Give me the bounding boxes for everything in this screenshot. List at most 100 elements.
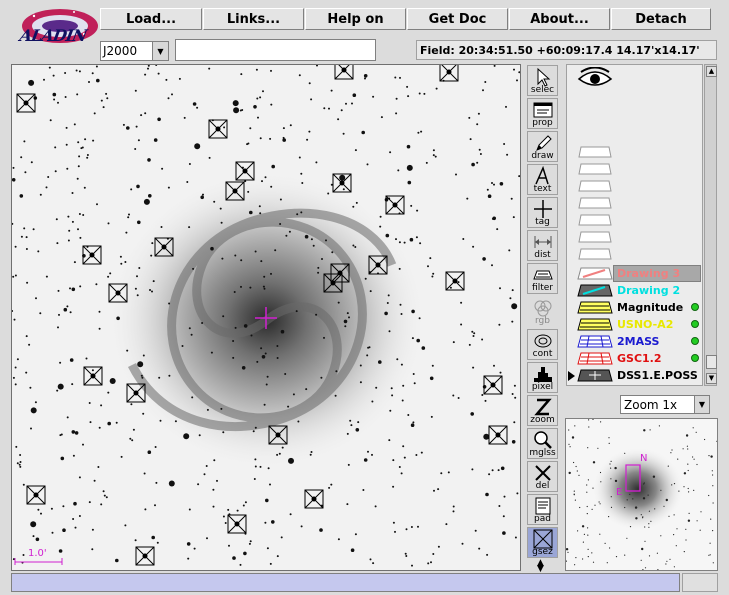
star <box>516 79 518 82</box>
thumb-star <box>695 431 697 433</box>
dist-tool[interactable]: dist <box>527 230 558 261</box>
getdoc-button[interactable]: Get Doc <box>407 8 508 30</box>
star <box>289 513 292 516</box>
help-button[interactable]: Help on <box>305 8 406 30</box>
select-tool[interactable]: selec <box>527 65 558 96</box>
star <box>398 267 401 270</box>
thumb-star <box>657 569 659 570</box>
star <box>471 330 474 333</box>
thumb-star <box>673 514 675 516</box>
plane-gsc[interactable]: GSC1.2 <box>567 350 702 367</box>
plane-dss[interactable]: DSS1.E.POSS <box>567 367 702 384</box>
draw-tool[interactable]: draw <box>527 131 558 162</box>
frame-select[interactable]: J2000 ▼ <box>100 41 169 61</box>
pixel-tool[interactable]: pixel <box>527 362 558 393</box>
star <box>399 76 401 79</box>
star <box>259 137 262 140</box>
filter-tool[interactable]: filter <box>527 263 558 294</box>
plane-label: 2MASS <box>617 335 660 348</box>
links-button[interactable]: Links... <box>203 8 304 30</box>
load-button[interactable]: Load... <box>100 8 202 30</box>
tool-label: filter <box>532 283 553 293</box>
tag-tool[interactable]: tag <box>527 197 558 228</box>
star <box>212 488 215 491</box>
thumb-star <box>610 506 613 508</box>
plane-magnitude[interactable]: Magnitude <box>567 299 702 316</box>
star <box>280 329 285 334</box>
star <box>151 242 154 245</box>
star <box>513 68 515 71</box>
plane-drawing3[interactable]: Drawing 3 <box>567 265 702 282</box>
thumb-star <box>642 517 644 519</box>
star <box>398 241 401 244</box>
thumb-star <box>642 497 646 500</box>
thumbnail-image[interactable]: N E <box>566 419 717 570</box>
star <box>15 445 18 448</box>
plane-stack-scrollbar[interactable]: ▲ ▼ <box>704 64 717 386</box>
star <box>511 303 518 310</box>
about-button[interactable]: About... <box>509 8 610 30</box>
thumb-star <box>666 560 668 562</box>
cont-tool[interactable]: cont <box>527 329 558 360</box>
star <box>312 244 315 247</box>
text-tool[interactable]: text <box>527 164 558 195</box>
star <box>264 521 267 524</box>
star <box>16 358 19 361</box>
gsez-tool[interactable]: gsez <box>527 527 558 558</box>
star <box>457 397 460 399</box>
prop-tool[interactable]: prop <box>527 98 558 129</box>
star <box>452 510 455 513</box>
mglss-tool[interactable]: mglss <box>527 428 558 459</box>
star <box>190 333 193 336</box>
plane-drawing2[interactable]: Drawing 2 <box>567 282 702 299</box>
star <box>241 109 244 111</box>
scroll-up-icon[interactable]: ▲ <box>706 66 717 77</box>
star <box>416 338 421 343</box>
star <box>493 65 496 67</box>
scroll-thumb[interactable] <box>706 355 717 369</box>
chevron-down-icon[interactable]: ▼ <box>694 396 709 413</box>
thumb-star <box>586 484 588 486</box>
thumbnail-view[interactable]: N E <box>565 418 718 571</box>
thumb-star <box>673 483 676 485</box>
star <box>343 319 348 324</box>
star <box>134 539 137 542</box>
star <box>37 250 40 253</box>
eye-icon[interactable] <box>577 67 613 89</box>
star <box>330 483 333 486</box>
plane-stack[interactable]: Drawing 3 Drawing 2 Magnitude USNO-A2 2M… <box>566 64 703 386</box>
star <box>260 347 263 350</box>
zoom-select[interactable]: Zoom 1x ▼ <box>620 395 710 414</box>
star <box>416 209 419 212</box>
del-tool[interactable]: del <box>527 461 558 492</box>
rgb-tool[interactable]: rgb <box>527 296 558 327</box>
thumb-star <box>600 421 602 423</box>
star <box>413 382 416 385</box>
plane-2mass[interactable]: 2MASS <box>567 333 702 350</box>
star <box>300 211 303 214</box>
star <box>472 335 475 337</box>
chevron-down-icon[interactable]: ▼ <box>152 42 168 60</box>
resize-handle-icon[interactable]: ▲ ▼ <box>537 559 544 574</box>
pad-tool[interactable]: pad <box>527 494 558 525</box>
pencil-icon <box>536 135 552 151</box>
star <box>212 505 215 508</box>
catalog-marker-icon <box>16 93 36 113</box>
image-view[interactable]: 1.0' <box>11 64 521 571</box>
star <box>155 65 158 66</box>
thumb-star <box>632 498 634 500</box>
detach-button[interactable]: Detach <box>611 8 711 30</box>
scroll-down-icon[interactable]: ▼ <box>706 373 717 384</box>
compass-north: N <box>640 453 647 464</box>
star <box>206 408 209 411</box>
frame-select-value: J2000 <box>103 44 138 58</box>
thumb-star <box>683 486 685 488</box>
catalog-plane-icon <box>577 335 613 348</box>
zoom-tool[interactable]: zoom <box>527 395 558 426</box>
sky-image[interactable]: 1.0' <box>12 65 520 570</box>
command-input[interactable] <box>175 39 376 61</box>
plane-usno[interactable]: USNO-A2 <box>567 316 702 333</box>
star <box>91 72 94 75</box>
star <box>514 536 517 539</box>
star <box>374 505 377 508</box>
